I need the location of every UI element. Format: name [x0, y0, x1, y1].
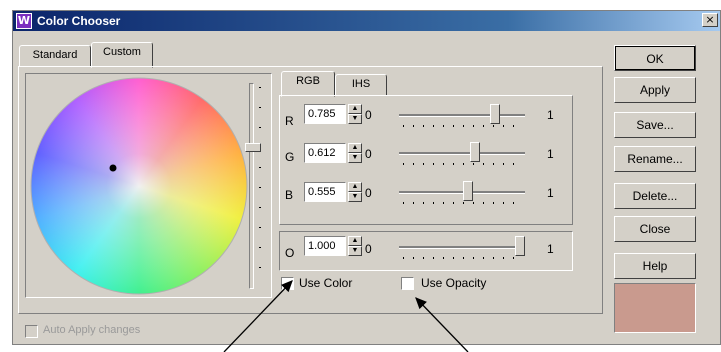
annotation-arrows [223, 280, 469, 352]
arrow-to-use-color [223, 280, 293, 352]
arrow-to-use-opacity [415, 297, 469, 352]
